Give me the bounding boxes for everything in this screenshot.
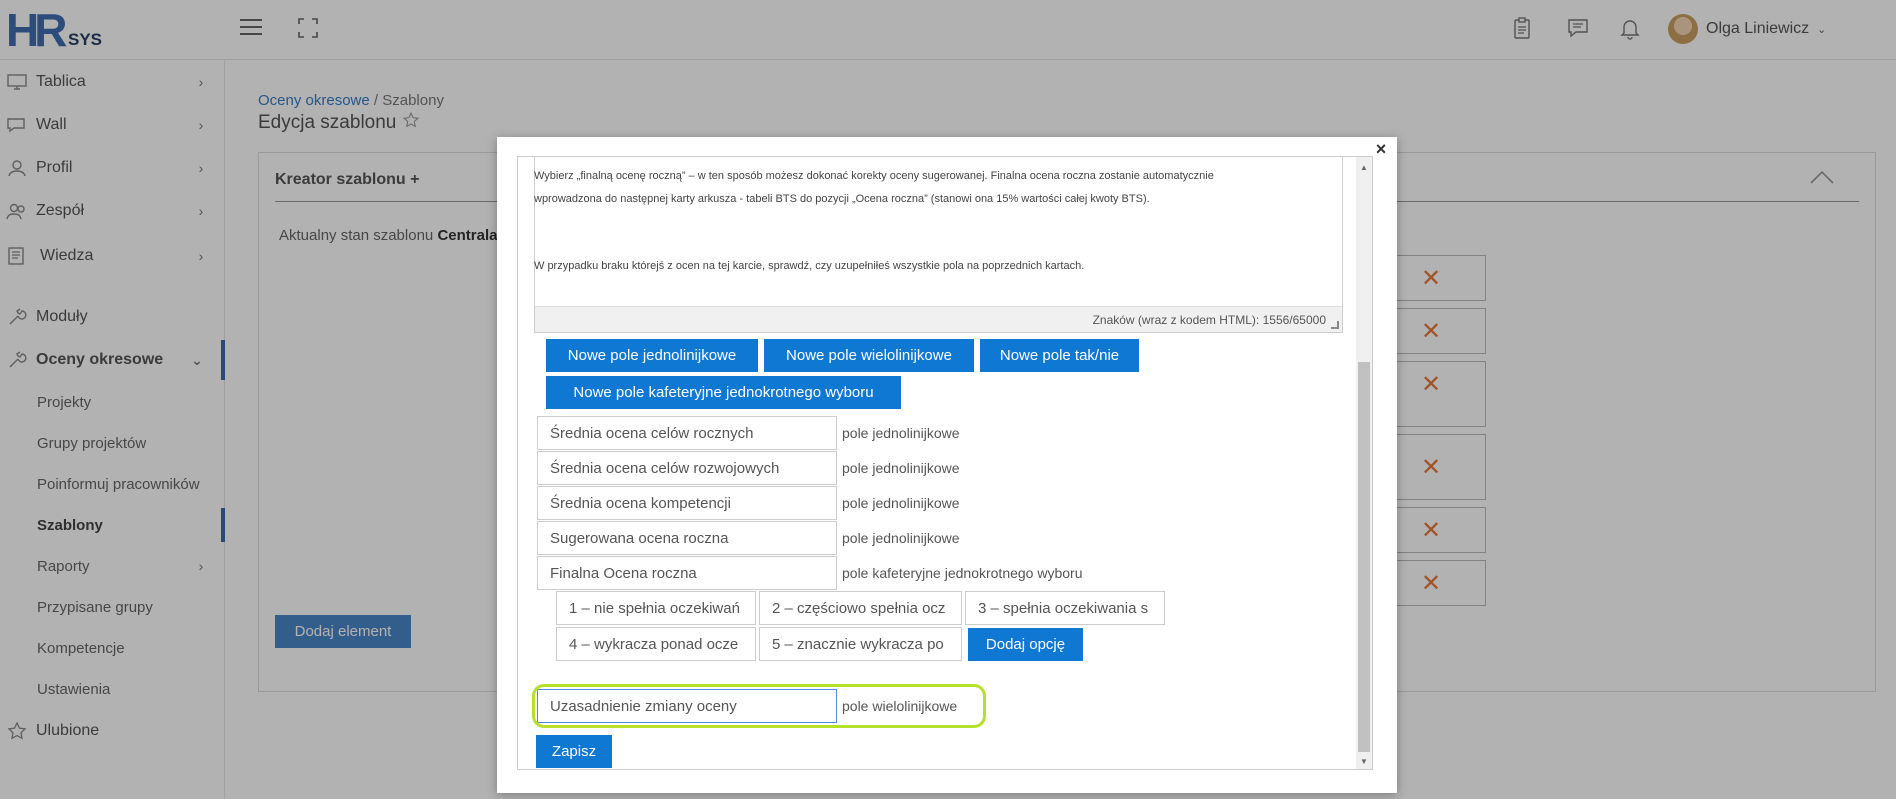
option-input[interactable]: 5 – znacznie wykracza po — [759, 627, 962, 661]
new-multi-line-field-button[interactable]: Nowe pole wielolinijkowe — [764, 339, 974, 372]
rich-text-editor[interactable]: Wybierz „finalną ocenę roczną” – w ten s… — [534, 157, 1343, 333]
modal-scroll-area: Wybierz „finalną ocenę roczną” – w ten s… — [517, 156, 1373, 770]
scrollbar[interactable]: ▲ ▼ — [1356, 157, 1372, 769]
save-button[interactable]: Zapisz — [536, 735, 612, 768]
option-input[interactable]: 1 – nie spełnia oczekiwań — [556, 591, 756, 625]
field-type-label: pole jednolinijkowe — [842, 530, 960, 546]
option-input[interactable]: 4 – wykracza ponad ocze — [556, 627, 756, 661]
option-input[interactable]: 3 – spełnia oczekiwania s — [965, 591, 1165, 625]
editor-text: Wybierz „finalną ocenę roczną” – w ten s… — [534, 170, 1214, 182]
scroll-up-icon[interactable]: ▲ — [1356, 161, 1372, 175]
new-yes-no-field-button[interactable]: Nowe pole tak/nie — [980, 339, 1139, 372]
editor-status-bar: Znaków (wraz z kodem HTML): 1556/65000 — [535, 306, 1342, 332]
new-single-line-field-button[interactable]: Nowe pole jednolinijkowe — [546, 339, 758, 372]
editor-text: wprowadzona do następnej karty arkusza -… — [534, 193, 1150, 205]
scrollbar-thumb[interactable] — [1358, 362, 1370, 752]
resize-handle[interactable] — [1331, 321, 1339, 329]
field-name-input[interactable]: Sugerowana ocena roczna — [537, 521, 837, 555]
field-name-input[interactable]: Średnia ocena kompetencji — [537, 486, 837, 520]
field-type-label: pole jednolinijkowe — [842, 425, 960, 441]
field-type-label: pole jednolinijkowe — [842, 495, 960, 511]
edit-field-modal: × Wybierz „finalną ocenę roczną” – w ten… — [497, 137, 1397, 793]
new-cafeteria-field-button[interactable]: Nowe pole kafeteryjne jednokrotnego wybo… — [546, 376, 901, 409]
highlight-annotation — [532, 684, 986, 728]
field-type-label: pole kafeteryjne jednokrotnego wyboru — [842, 565, 1083, 581]
option-input[interactable]: 2 – częściowo spełnia ocz — [759, 591, 962, 625]
editor-text: W przypadku braku którejś z ocen na tej … — [534, 260, 1085, 272]
close-icon[interactable]: × — [1371, 139, 1391, 161]
field-name-input[interactable]: Średnia ocena celów rozwojowych — [537, 451, 837, 485]
field-name-input[interactable]: Finalna Ocena roczna — [537, 556, 837, 590]
char-counter: Znaków (wraz z kodem HTML): 1556/65000 — [1092, 313, 1326, 327]
add-option-button[interactable]: Dodaj opcję — [968, 628, 1083, 661]
field-name-input[interactable]: Średnia ocena celów rocznych — [537, 416, 837, 450]
scroll-down-icon[interactable]: ▼ — [1356, 755, 1372, 769]
field-type-label: pole jednolinijkowe — [842, 460, 960, 476]
